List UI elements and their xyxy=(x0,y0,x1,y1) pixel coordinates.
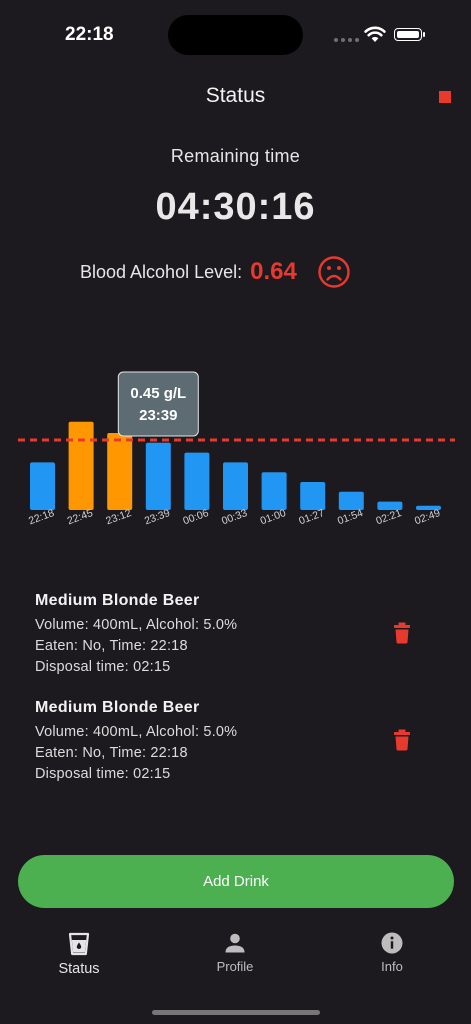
drink-item: Medium Blonde Beer Volume: 400mL, Alcoho… xyxy=(35,592,435,699)
chart-bar[interactable] xyxy=(261,472,287,510)
drink-disposal-time: Disposal time: 02:15 xyxy=(35,659,171,675)
drink-list: Medium Blonde Beer Volume: 400mL, Alcoho… xyxy=(35,592,435,806)
chart-bar[interactable] xyxy=(145,442,171,510)
drink-item: Medium Blonde Beer Volume: 400mL, Alcoho… xyxy=(35,699,435,806)
drink-volume-alcohol: Volume: 400mL, Alcohol: 5.0% xyxy=(35,724,238,740)
tooltip-value: 0.45 g/L xyxy=(130,385,186,402)
tooltip-time: 23:39 xyxy=(139,407,177,424)
add-drink-button[interactable]: Add Drink xyxy=(18,855,454,908)
drink-volume-alcohol: Volume: 400mL, Alcohol: 5.0% xyxy=(35,617,238,633)
tab-profile[interactable]: Profile xyxy=(185,932,285,974)
drink-name: Medium Blonde Beer xyxy=(35,699,200,716)
chart-bar[interactable] xyxy=(184,452,210,510)
remaining-time-label: Remaining time xyxy=(170,146,301,166)
cellular-signal-icon xyxy=(334,38,359,42)
tab-info[interactable]: Info xyxy=(342,932,442,974)
bac-value: 0.64 xyxy=(250,258,297,285)
status-time: 22:18 xyxy=(65,24,114,45)
tab-status[interactable]: Status xyxy=(29,932,129,977)
chart-x-tick-label: 01:00 xyxy=(259,507,288,527)
chart-bar[interactable] xyxy=(107,433,133,510)
delete-drink-icon[interactable] xyxy=(393,622,411,644)
sad-face-icon xyxy=(318,256,350,288)
chart-tooltip: 0.45 g/L 23:39 xyxy=(117,371,199,437)
chart-x-tick-label: 02:21 xyxy=(374,507,403,527)
chart-x-tick-label: 23:39 xyxy=(143,507,172,527)
drink-name: Medium Blonde Beer xyxy=(35,592,200,609)
chart-x-tick-label: 01:54 xyxy=(336,507,365,527)
info-icon xyxy=(381,932,403,954)
chart-x-tick-label: 00:06 xyxy=(181,507,210,527)
stop-icon[interactable] xyxy=(439,91,451,103)
tab-profile-label: Profile xyxy=(216,959,254,974)
wifi-icon xyxy=(364,26,386,42)
person-icon xyxy=(225,933,245,953)
home-indicator xyxy=(152,1010,320,1015)
drink-eaten-time: Eaten: No, Time: 22:18 xyxy=(35,745,188,761)
chart-bar[interactable] xyxy=(30,462,55,510)
remaining-time-value: 04:30:16 xyxy=(155,186,316,228)
chart-bar[interactable] xyxy=(68,421,94,510)
page-title: Status xyxy=(205,84,266,107)
bac-bar-chart[interactable]: 22:18 22:45 23:12 23:39 00:06 00:33 01:00 01:27… xyxy=(0,360,471,540)
drink-eaten-time: Eaten: No, Time: 22:18 xyxy=(35,638,188,654)
chart-x-tick-label: 01:27 xyxy=(297,507,326,527)
battery-icon xyxy=(394,28,425,41)
bac-row: Blood Alcohol Level: 0.64 xyxy=(80,255,351,289)
chart-x-tick-label: 23:12 xyxy=(104,507,133,527)
tab-info-label: Info xyxy=(381,959,403,974)
tab-status-label: Status xyxy=(58,961,100,977)
chart-bar[interactable] xyxy=(223,462,248,510)
chart-x-tick-label: 00:33 xyxy=(220,507,249,527)
chart-x-tick-label: 22:45 xyxy=(66,507,95,527)
chart-x-tick-label: 22:18 xyxy=(27,507,56,527)
chart-bar[interactable] xyxy=(300,482,326,510)
status-bar: 22:18 xyxy=(0,0,471,70)
drink-disposal-time: Disposal time: 02:15 xyxy=(35,766,171,782)
delete-drink-icon[interactable] xyxy=(393,729,411,751)
chart-x-tick-label: 02:49 xyxy=(413,507,442,527)
bac-label: Blood Alcohol Level: xyxy=(80,261,243,282)
dynamic-island xyxy=(168,15,303,55)
drink-glass-icon xyxy=(68,932,90,956)
